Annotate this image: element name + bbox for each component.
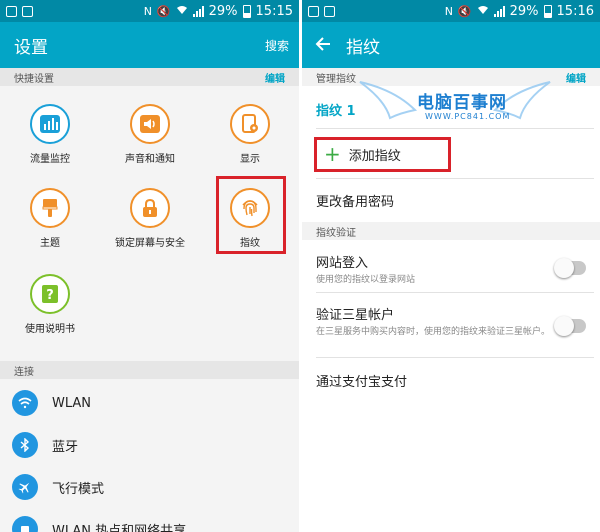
- battery-icon: [242, 4, 251, 18]
- settings-screen: N 🔇 29% 15:15 设置 搜索 快捷设置 编辑 流量监控 声音和通知 显…: [0, 0, 299, 532]
- mute-icon: 🔇: [156, 4, 171, 18]
- clock: 15:16: [556, 3, 594, 19]
- quick-item-label: 显示: [240, 154, 260, 165]
- quick-item-label: 使用说明书: [25, 324, 75, 335]
- divider: [316, 178, 594, 179]
- battery-percent: 29%: [509, 3, 539, 19]
- bar-chart-icon: [30, 104, 70, 144]
- list-item-label: 飞行模式: [52, 481, 105, 497]
- section-label: 管理指纹: [316, 73, 356, 85]
- back-arrow-icon[interactable]: [306, 22, 346, 68]
- hotspot-icon: [12, 516, 38, 532]
- airplane-icon: [12, 474, 38, 500]
- quick-item-label: 声音和通知: [125, 154, 175, 165]
- nfc-icon: N: [444, 4, 453, 18]
- quick-item-lock-screen[interactable]: 锁定屏幕与安全: [100, 188, 200, 249]
- display-settings-icon: [230, 104, 270, 144]
- watermark-title: 电脑百事网: [417, 93, 507, 113]
- clock: 15:15: [255, 3, 293, 19]
- lock-icon: [130, 188, 170, 228]
- list-item-wlan[interactable]: WLAN: [0, 382, 299, 424]
- connections-header: 连接: [0, 361, 299, 379]
- quick-item-user-manual[interactable]: ? 使用说明书: [0, 274, 100, 335]
- paint-brush-icon: [30, 188, 70, 228]
- wifi-icon: [12, 390, 38, 416]
- page-title: 设置: [14, 37, 48, 58]
- quick-item-display[interactable]: 显示: [200, 104, 299, 165]
- mute-icon: 🔇: [457, 4, 472, 18]
- quick-settings-header: 快捷设置 编辑: [0, 68, 299, 86]
- list-item-hotspot[interactable]: WLAN 热点和网络共享: [0, 508, 299, 532]
- wifi-status-icon: [477, 5, 489, 18]
- watermark-logo: 电脑百事网 WWW.PC841.COM: [355, 80, 555, 130]
- battery-percent: 29%: [208, 3, 238, 19]
- status-bar: N 🔇 29% 15:15: [0, 0, 299, 22]
- list-item-label: WLAN: [52, 395, 92, 411]
- page-title: 指纹: [346, 37, 380, 58]
- quick-item-data-usage[interactable]: 流量监控: [0, 104, 100, 165]
- signal-icon: [192, 5, 204, 17]
- divider: [316, 357, 594, 358]
- watermark-url: WWW.PC841.COM: [425, 112, 511, 121]
- help-book-icon: ?: [30, 274, 70, 314]
- edit-fingerprints-button[interactable]: 编辑: [566, 70, 586, 85]
- speaker-icon: [130, 104, 170, 144]
- web-login-subtitle: 使用您的指纹以登录网站: [316, 275, 416, 285]
- list-item-label: 蓝牙: [52, 439, 79, 455]
- highlight-box: [314, 137, 451, 172]
- web-login-item[interactable]: 网站登入 使用您的指纹以登录网站: [316, 252, 592, 292]
- quick-item-sound[interactable]: 声音和通知: [100, 104, 200, 165]
- screenshot-notification-icon: [22, 5, 33, 17]
- svg-text:?: ?: [46, 288, 54, 303]
- quick-item-label: 锁定屏幕与安全: [115, 238, 185, 249]
- quick-item-theme[interactable]: 主题: [0, 188, 100, 249]
- app-bar: 指纹: [302, 22, 600, 68]
- search-button[interactable]: 搜索: [265, 37, 289, 54]
- bluetooth-icon: [12, 432, 38, 458]
- list-item-bluetooth[interactable]: 蓝牙: [0, 424, 299, 466]
- edit-quick-settings-button[interactable]: 编辑: [265, 70, 285, 85]
- status-bar: N 🔇 29% 15:16: [302, 0, 600, 22]
- samsung-account-title: 验证三星帐户: [316, 308, 395, 323]
- divider: [316, 292, 594, 293]
- quick-item-label: 主题: [40, 238, 60, 249]
- signal-icon: [493, 5, 505, 17]
- wifi-status-icon: [176, 5, 188, 18]
- list-item-airplane-mode[interactable]: 飞行模式: [0, 466, 299, 508]
- quick-item-label: 流量监控: [30, 154, 70, 165]
- change-backup-password-item[interactable]: 更改备用密码: [316, 191, 592, 210]
- battery-icon: [543, 4, 552, 18]
- samsung-account-item[interactable]: 验证三星帐户 在三星服务中购买内容时，使用您的指纹来验证三星帐户。: [316, 304, 592, 356]
- gallery-notification-icon: [6, 5, 17, 17]
- samsung-account-subtitle: 在三星服务中购买内容时，使用您的指纹来验证三星帐户。: [316, 327, 551, 337]
- web-login-title: 网站登入: [316, 256, 369, 271]
- screenshot-notification-icon: [324, 5, 335, 17]
- samsung-account-toggle[interactable]: [554, 316, 586, 336]
- fingerprint-verification-header: 指纹验证: [302, 222, 600, 240]
- gallery-notification-icon: [308, 5, 319, 17]
- web-login-toggle[interactable]: [554, 258, 586, 278]
- section-label: 指纹验证: [316, 227, 356, 239]
- section-label: 连接: [14, 366, 34, 378]
- nfc-icon: N: [143, 4, 152, 18]
- app-bar: 设置 搜索: [0, 22, 299, 68]
- alipay-item[interactable]: 通过支付宝支付: [316, 371, 592, 390]
- section-label: 快捷设置: [14, 73, 54, 85]
- list-item-label: WLAN 热点和网络共享: [52, 523, 187, 532]
- highlight-box: [216, 176, 286, 254]
